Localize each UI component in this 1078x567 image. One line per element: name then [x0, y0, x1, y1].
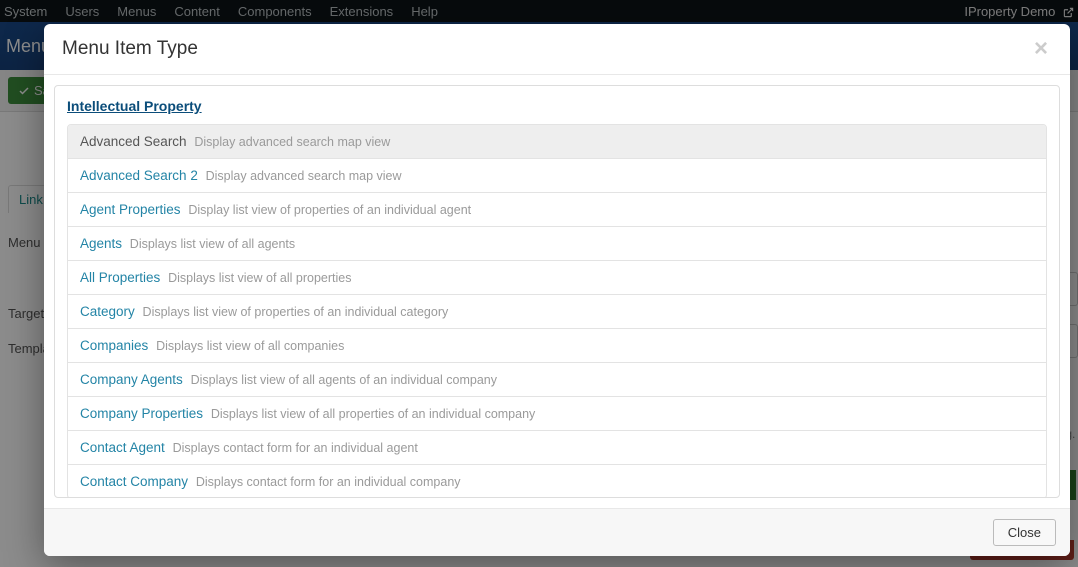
- menu-type-item[interactable]: Company Agents Displays list view of all…: [68, 363, 1046, 397]
- menu-type-item-title: Company Properties: [80, 406, 203, 421]
- menu-type-item-title: All Properties: [80, 270, 160, 285]
- menu-type-item-desc: Displays list view of properties of an i…: [143, 305, 449, 319]
- menu-type-item[interactable]: Contact Company Displays contact form fo…: [68, 465, 1046, 498]
- menu-type-item[interactable]: Agent Properties Display list view of pr…: [68, 193, 1046, 227]
- menu-item-type-modal: Menu Item Type × Intellectual Property A…: [44, 24, 1070, 556]
- menu-type-item-title: Agents: [80, 236, 122, 251]
- menu-type-item-desc: Displays list view of all properties: [168, 271, 351, 285]
- menu-type-item[interactable]: Advanced Search Display advanced search …: [68, 125, 1046, 159]
- modal-scroll-area[interactable]: Intellectual Property Advanced Search Di…: [54, 85, 1060, 498]
- menu-type-item-title: Contact Company: [80, 474, 188, 489]
- menu-type-item-title: Agent Properties: [80, 202, 181, 217]
- menu-type-item-title: Category: [80, 304, 135, 319]
- menu-type-item-title: Companies: [80, 338, 148, 353]
- menu-type-item-desc: Displays contact form for an individual …: [196, 475, 461, 489]
- modal-body: Intellectual Property Advanced Search Di…: [44, 75, 1070, 508]
- menu-type-item[interactable]: Contact Agent Displays contact form for …: [68, 431, 1046, 465]
- menu-type-item[interactable]: Advanced Search 2 Display advanced searc…: [68, 159, 1046, 193]
- modal-footer: Close: [44, 508, 1070, 556]
- menu-type-list: Advanced Search Display advanced search …: [67, 124, 1047, 498]
- menu-type-item-desc: Displays list view of all agents of an i…: [191, 373, 497, 387]
- menu-type-item-title: Advanced Search 2: [80, 168, 198, 183]
- menu-type-item-desc: Displays list view of all properties of …: [211, 407, 535, 421]
- menu-type-item[interactable]: Agents Displays list view of all agents: [68, 227, 1046, 261]
- menu-type-item-title: Contact Agent: [80, 440, 165, 455]
- modal-close-x[interactable]: ×: [1030, 37, 1052, 61]
- menu-type-item-desc: Displays contact form for an individual …: [173, 441, 418, 455]
- menu-type-item-desc: Displays list view of all companies: [156, 339, 344, 353]
- modal-title: Menu Item Type: [62, 38, 198, 60]
- menu-type-item-title: Advanced Search: [80, 134, 187, 149]
- menu-type-item-desc: Display advanced search map view: [194, 135, 390, 149]
- modal-close-button[interactable]: Close: [993, 519, 1056, 546]
- menu-type-item[interactable]: All Properties Displays list view of all…: [68, 261, 1046, 295]
- menu-type-item-desc: Display list view of properties of an in…: [188, 203, 471, 217]
- menu-type-item[interactable]: Company Properties Displays list view of…: [68, 397, 1046, 431]
- menu-type-item-desc: Displays list view of all agents: [130, 237, 295, 251]
- menu-type-item-desc: Display advanced search map view: [206, 169, 402, 183]
- menu-type-item[interactable]: Companies Displays list view of all comp…: [68, 329, 1046, 363]
- menu-type-item[interactable]: Category Displays list view of propertie…: [68, 295, 1046, 329]
- accordion-intellectual-property[interactable]: Intellectual Property: [67, 94, 1047, 124]
- menu-type-item-title: Company Agents: [80, 372, 183, 387]
- modal-header: Menu Item Type ×: [44, 24, 1070, 75]
